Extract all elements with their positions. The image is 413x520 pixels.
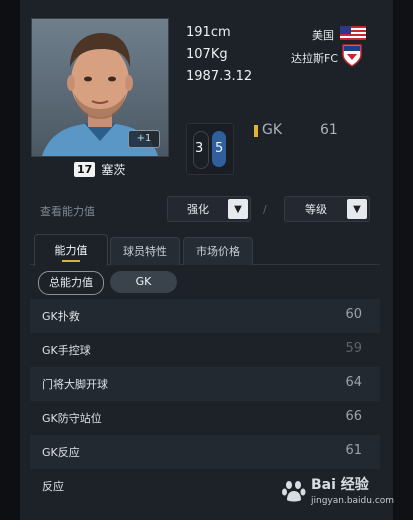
us-flag-icon (340, 26, 366, 40)
attribute-value: 59 (345, 341, 362, 356)
watermark-main: Bai 经验 (311, 477, 369, 493)
attribute-value: 66 (345, 409, 362, 424)
filter-total-ability[interactable]: 总能力值 (38, 271, 104, 295)
player-weight: 107Kg (186, 47, 228, 62)
player-name-row: 17 塞茨 (74, 160, 125, 178)
player-name: 塞茨 (101, 162, 126, 177)
jersey-number: 17 (74, 161, 96, 177)
tab-ability[interactable]: 能力值 (34, 234, 108, 266)
attribute-label: GK防守站位 (42, 412, 102, 425)
enhance-dropdown-label: 强化 (187, 203, 209, 216)
chevron-down-icon[interactable]: ▼ (228, 199, 248, 219)
tab-player-traits[interactable]: 球员特性 (110, 237, 180, 265)
attribute-row: GK手控球 59 (30, 333, 380, 367)
left-foot-value: 3 (195, 141, 204, 156)
preferred-foot-chart: 3 5 (186, 123, 234, 175)
club-label: 达拉斯FC (291, 52, 339, 65)
player-birthdate: 1987.3.12 (186, 69, 253, 84)
position-label: GK (262, 122, 283, 138)
attribute-value: 61 (345, 443, 362, 458)
left-edge (0, 0, 20, 520)
paw-icon (282, 481, 306, 502)
position-rating: 61 (320, 122, 338, 138)
tab-market-price[interactable]: 市场价格 (183, 237, 253, 265)
right-foot-value: 5 (215, 141, 224, 156)
watermark-sub: jingyan.baidu.com (311, 496, 395, 506)
attribute-label: 反应 (42, 480, 64, 493)
attribute-row: GK防守站位 66 (30, 401, 380, 435)
view-ability-label: 查看能力值 (40, 205, 95, 218)
enhance-dropdown[interactable]: 强化 ▼ (167, 196, 251, 222)
attribute-row: GK扑救 60 (30, 299, 380, 333)
grade-dropdown[interactable]: 等级 ▼ (284, 196, 370, 222)
filter-gk[interactable]: GK (110, 271, 177, 293)
right-edge (393, 0, 413, 520)
attribute-value: 64 (345, 375, 362, 390)
baidu-watermark: Bai 经验 jingyan.baidu.com (281, 474, 395, 514)
position-color-bar (254, 125, 258, 137)
club-crest-icon (342, 44, 362, 67)
country-label: 美国 (312, 29, 334, 42)
plus-level-badge: +1 (128, 130, 160, 148)
attribute-value: 60 (345, 307, 362, 322)
grade-dropdown-label: 等级 (305, 203, 327, 216)
player-portrait: +1 (31, 18, 169, 157)
player-height: 191cm (186, 25, 231, 40)
attribute-row: GK反应 61 (30, 435, 380, 469)
attribute-label: GK反应 (42, 446, 80, 459)
attribute-label: GK扑救 (42, 310, 80, 323)
separator: / (263, 203, 267, 216)
attribute-label: GK手控球 (42, 344, 91, 357)
attribute-label: 门将大脚开球 (42, 378, 108, 391)
chevron-down-icon[interactable]: ▼ (347, 199, 367, 219)
attribute-row: 门将大脚开球 64 (30, 367, 380, 401)
